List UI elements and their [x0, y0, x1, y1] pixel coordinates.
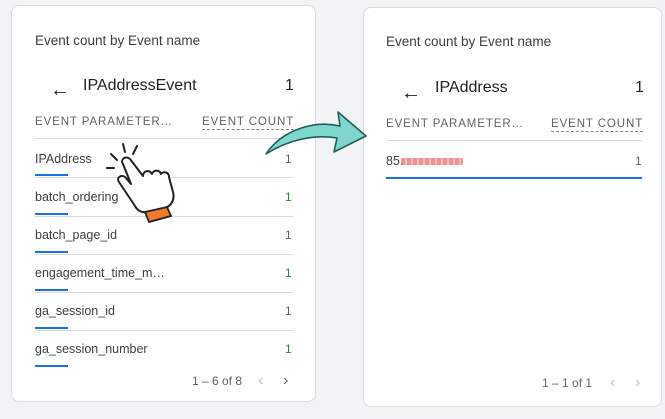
row-bar: [35, 174, 68, 176]
row-value: 1: [285, 342, 292, 356]
metric-value: 1: [635, 79, 644, 96]
right-card: Event count by Event name ← IPAddress 1 …: [363, 7, 662, 407]
curved-arrow-icon: [265, 111, 367, 155]
chevron-right-icon[interactable]: ›: [635, 375, 640, 391]
pagination-label: 1 – 6 of 8: [192, 374, 243, 388]
row-bar: [35, 213, 68, 215]
row-value: 1: [285, 190, 292, 204]
row-value: 1: [285, 228, 292, 242]
row-label[interactable]: batch_page_id: [35, 228, 117, 242]
divider: [35, 330, 293, 331]
divider: [35, 292, 293, 293]
column-header-event-parameter[interactable]: EVENT PARAMETER…: [35, 116, 173, 128]
row-value: 1: [285, 304, 292, 318]
chevron-left-icon[interactable]: ‹: [610, 375, 615, 391]
row-bar: [35, 289, 68, 291]
column-header-event-parameter[interactable]: EVENT PARAMETER…: [386, 118, 524, 130]
row-value: 1: [285, 266, 292, 280]
row-bar: [35, 327, 68, 329]
row-bar: [35, 365, 68, 367]
row-label[interactable]: ga_session_number: [35, 342, 148, 356]
row-label[interactable]: engagement_time_m…: [35, 266, 165, 280]
row-value: 1: [635, 154, 642, 168]
card-title: Event count by Event name: [35, 33, 201, 48]
card-title: Event count by Event name: [386, 34, 552, 49]
chevron-right-icon[interactable]: ›: [283, 373, 288, 389]
back-arrow-icon[interactable]: ←: [50, 80, 70, 100]
pagination-label: 1 – 1 of 1: [542, 376, 593, 390]
metric-name: IPAddressEvent: [83, 77, 197, 94]
divider: [386, 140, 642, 141]
back-arrow-icon[interactable]: ←: [401, 83, 421, 103]
row-bar: [35, 251, 68, 253]
divider: [35, 254, 293, 255]
pointing-hand-icon: [106, 143, 175, 223]
row-bar: [386, 177, 642, 179]
redaction-mark: [401, 158, 463, 165]
row-label[interactable]: ga_session_id: [35, 304, 115, 318]
column-header-event-count[interactable]: EVENT COUNT: [551, 118, 644, 132]
metric-name: IPAddress: [435, 79, 508, 96]
row-label[interactable]: IPAddress: [35, 152, 92, 166]
chevron-left-icon[interactable]: ‹: [258, 373, 263, 389]
metric-value: 1: [285, 77, 294, 94]
